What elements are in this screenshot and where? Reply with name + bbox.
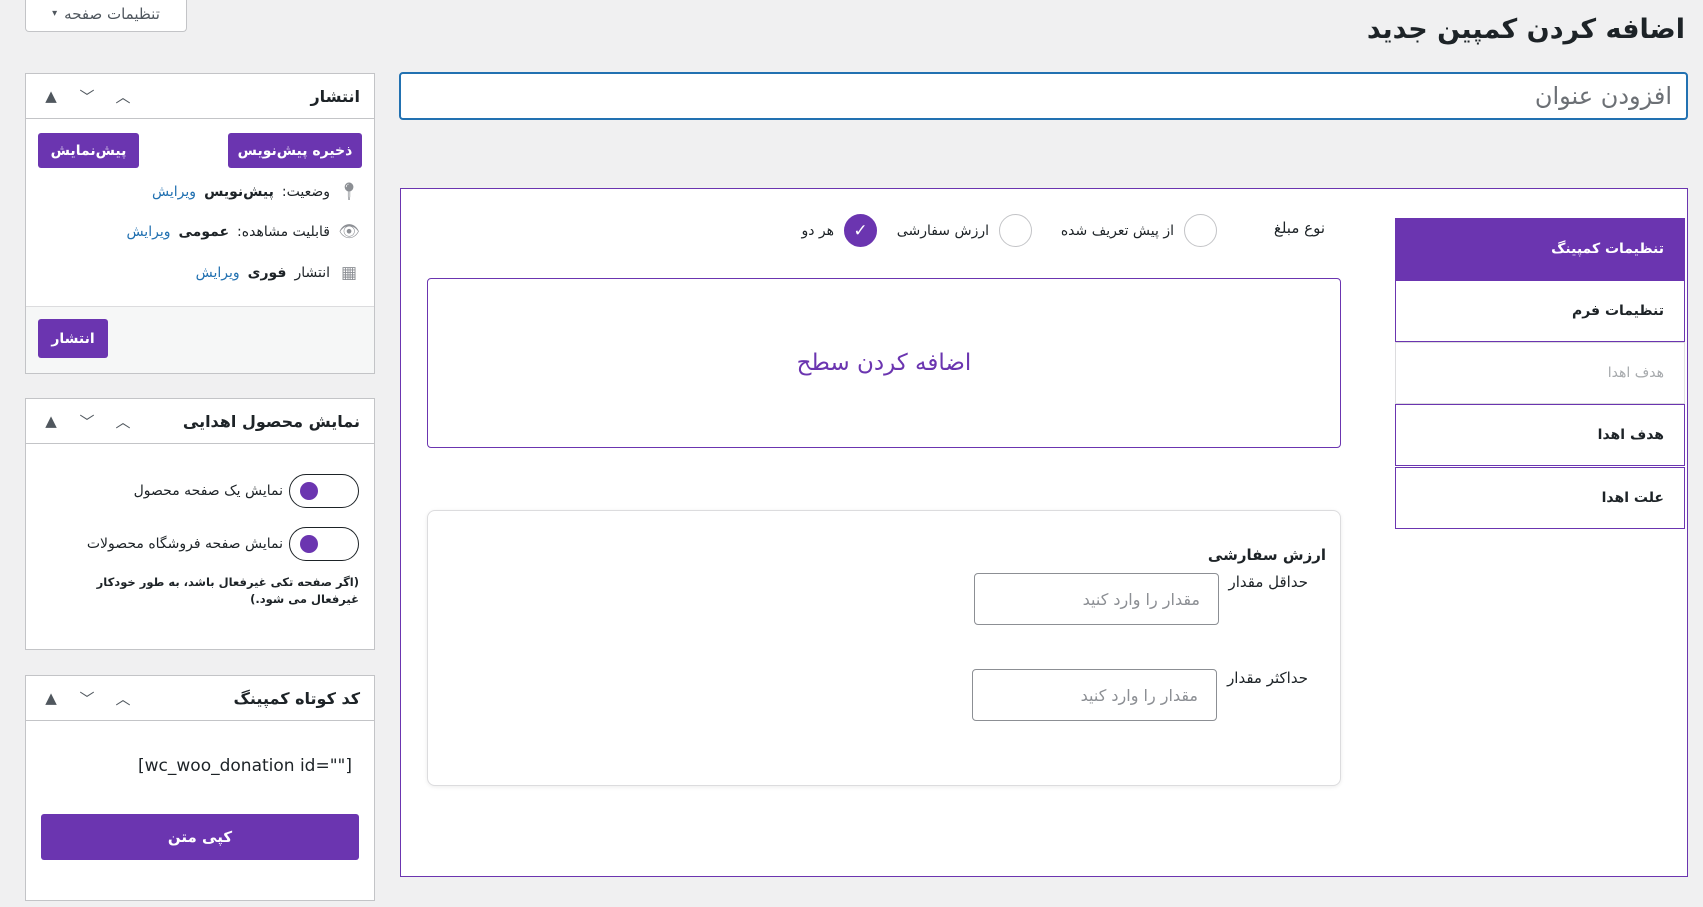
move-down-icon[interactable]: ﹀ [76, 688, 98, 709]
publish-box: انتشار ▲ ﹀ ︿ ذخیره پیش‌نویس پیش‌نمایش 📍︎… [25, 73, 375, 374]
radio-circle[interactable] [1184, 214, 1217, 247]
edit-visibility-link[interactable]: ویرایش [126, 224, 170, 240]
publish-box-title: انتشار [310, 86, 360, 106]
donation-display-box: نمایش محصول اهدایی ▲ ﹀ ︿ نمایش یک صفحه م… [25, 398, 375, 650]
visibility-row: 👁︎ قابلیت مشاهده: عمومی ویرایش [126, 222, 360, 242]
campaign-settings-box: تنظیمات کمپینگ تنظیمات فرم هدف اهدا هدف … [400, 188, 1688, 877]
page-title: اضافه کردن کمپین جدید [1366, 14, 1685, 45]
toggle-knob [300, 482, 318, 500]
radio-custom-label: ارزش سفارشی [896, 222, 989, 239]
tab-donation-goal-disabled[interactable]: هدف اهدا [1395, 342, 1685, 404]
shop-page-toggle[interactable] [289, 527, 359, 561]
custom-value-title: ارزش سفارشی [1207, 546, 1326, 564]
display-box-header: نمایش محصول اهدایی ▲ ﹀ ︿ [26, 399, 374, 444]
move-up-icon[interactable]: ▲ [40, 689, 62, 707]
radio-predefined[interactable]: از پیش تعریف شده [1061, 214, 1217, 247]
add-level-button[interactable]: اضافه کردن سطح [427, 278, 1341, 448]
radio-both[interactable]: ✓ هر دو [801, 214, 877, 247]
radio-circle[interactable] [999, 214, 1032, 247]
move-up-icon[interactable]: ▲ [40, 87, 62, 105]
publish-box-header: انتشار ▲ ﹀ ︿ [26, 74, 374, 119]
shortcode-box-header: کد کوتاه کمپینگ ▲ ﹀ ︿ [26, 676, 374, 721]
custom-value-panel: ارزش سفارشی حداقل مقدار حداکثر مقدار [427, 510, 1341, 786]
edit-status-link[interactable]: ویرایش [152, 184, 196, 200]
move-up-icon[interactable]: ▲ [40, 412, 62, 430]
copy-text-button[interactable]: کپی متن [41, 814, 359, 860]
status-value: پیش‌نویس [204, 184, 274, 200]
collapse-icon[interactable]: ︿ [112, 688, 134, 709]
toggle-note: (اگر صفحه تکی غیرفعال باشد، به طور خودکا… [96, 575, 359, 606]
preview-button[interactable]: پیش‌نمایش [38, 133, 139, 168]
display-box-title: نمایش محصول اهدایی [182, 411, 360, 431]
single-product-toggle-label: نمایش یک صفحه محصول [133, 483, 283, 499]
move-down-icon[interactable]: ﹀ [76, 86, 98, 107]
tab-form-settings[interactable]: تنظیمات فرم [1395, 280, 1685, 342]
shop-page-toggle-row: نمایش صفحه فروشگاه محصولات [87, 527, 359, 561]
min-amount-input[interactable] [974, 573, 1219, 625]
single-product-toggle-row: نمایش یک صفحه محصول [134, 474, 359, 508]
collapse-icon[interactable]: ︿ [112, 86, 134, 107]
publish-time-row: ▦ انتشار فوری ویرایش [196, 263, 360, 283]
publish-actions: انتشار [26, 306, 374, 373]
tab-donation-goal[interactable]: هدف اهدا [1395, 404, 1685, 466]
collapse-icon[interactable]: ︿ [112, 411, 134, 432]
radio-custom-value[interactable]: ارزش سفارشی [897, 214, 1032, 247]
edit-publish-time-link[interactable]: ویرایش [196, 265, 240, 281]
publish-time-label: انتشار [294, 265, 330, 281]
eye-icon: 👁︎ [338, 222, 360, 242]
tab-donation-cause[interactable]: علت اهدا [1395, 467, 1685, 529]
status-row: 📍︎ وضعیت: پیش‌نویس ویرایش [152, 182, 360, 202]
move-down-icon[interactable]: ﹀ [76, 411, 98, 432]
title-input[interactable] [399, 72, 1688, 120]
publish-time-value: فوری [247, 265, 287, 281]
min-amount-label: حداقل مقدار [1228, 573, 1308, 591]
pin-icon: 📍︎ [338, 182, 360, 202]
status-label: وضعیت: [281, 184, 330, 200]
radio-both-label: هر دو [801, 222, 834, 239]
radio-predefined-label: از پیش تعریف شده [1060, 222, 1174, 239]
shortcode-box: کد کوتاه کمپینگ ▲ ﹀ ︿ [wc_woo_donation i… [25, 675, 375, 901]
shortcode-box-title: کد کوتاه کمپینگ [233, 688, 361, 708]
chevron-down-icon: ▾ [52, 8, 58, 19]
publish-button[interactable]: انتشار [38, 319, 108, 358]
visibility-value: عمومی [178, 224, 230, 240]
shortcode-text: [wc_woo_donation id=""] [138, 756, 352, 776]
max-amount-label: حداکثر مقدار [1227, 669, 1308, 687]
toggle-knob [300, 535, 318, 553]
checkmark-icon[interactable]: ✓ [844, 214, 877, 247]
save-draft-button[interactable]: ذخیره پیش‌نویس [228, 133, 362, 168]
max-amount-input[interactable] [972, 669, 1217, 721]
shop-page-toggle-label: نمایش صفحه فروشگاه محصولات [86, 536, 283, 552]
visibility-label: قابلیت مشاهده: [237, 224, 330, 240]
calendar-icon: ▦ [340, 263, 358, 283]
amount-type-label: نوع مبلغ [1273, 219, 1325, 237]
tab-campaign-settings[interactable]: تنظیمات کمپینگ [1395, 218, 1685, 280]
screen-options-button[interactable]: ▾ تنظیمات صفحه [25, 0, 187, 32]
screen-options-label: تنظیمات صفحه [64, 4, 160, 23]
single-product-toggle[interactable] [289, 474, 359, 508]
